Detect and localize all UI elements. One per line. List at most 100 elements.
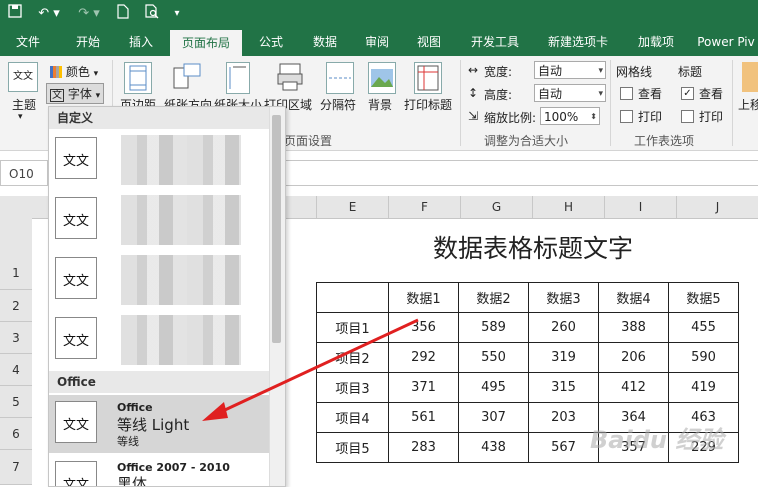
tab-formulas[interactable]: 公式 xyxy=(250,28,292,56)
themes-dropdown-icon[interactable]: ▾ xyxy=(18,112,23,122)
table-cell[interactable]: 307 xyxy=(458,402,529,433)
office-2007-font-icon[interactable]: 文文 xyxy=(55,461,97,486)
table-cell[interactable]: 260 xyxy=(528,312,599,343)
column-header-h[interactable]: H xyxy=(532,196,604,218)
table-cell[interactable]: 438 xyxy=(458,432,529,463)
tab-new-tab[interactable]: 新建选项卡 xyxy=(540,28,616,56)
custom-font-item[interactable]: 文文 xyxy=(55,197,97,239)
table-cell[interactable]: 203 xyxy=(528,402,599,433)
print-titles-label[interactable]: 打印标题 xyxy=(404,96,452,113)
new-file-icon[interactable] xyxy=(114,4,132,24)
table-header-cell[interactable]: 数据2 xyxy=(458,282,529,313)
print-preview-icon[interactable] xyxy=(142,4,162,24)
table-cell[interactable]: 388 xyxy=(598,312,669,343)
height-select[interactable]: 自动 ▾ xyxy=(534,84,606,102)
table-cell[interactable]: 206 xyxy=(598,342,669,373)
table-cell[interactable]: 550 xyxy=(458,342,529,373)
table-cell[interactable]: 419 xyxy=(668,372,739,403)
table-header-cell[interactable]: 数据4 xyxy=(598,282,669,313)
headings-view-checkbox[interactable]: ✓ xyxy=(681,87,694,100)
column-header-f[interactable]: F xyxy=(388,196,460,218)
tab-addins[interactable]: 加载项 xyxy=(626,28,686,56)
row-header-4[interactable]: 4 xyxy=(0,354,32,386)
table-cell[interactable]: 589 xyxy=(458,312,529,343)
tab-power-pivot[interactable]: Power Piv xyxy=(694,28,758,56)
custom-font-item[interactable]: 文文 xyxy=(55,257,97,299)
tab-review[interactable]: 审阅 xyxy=(356,28,398,56)
scale-icon: ⇲ xyxy=(468,109,479,123)
width-select[interactable]: 自动 ▾ xyxy=(534,61,606,79)
print-titles-icon[interactable] xyxy=(414,62,442,94)
row-header-6[interactable]: 6 xyxy=(0,418,32,450)
custom-font-item[interactable]: 文文 xyxy=(55,317,97,359)
scrollbar-thumb[interactable] xyxy=(272,115,281,343)
row-header-5[interactable]: 5 xyxy=(0,386,32,418)
print-area-icon[interactable] xyxy=(276,62,304,92)
row-header-1[interactable]: 1 xyxy=(0,218,32,290)
margins-icon[interactable] xyxy=(124,62,152,94)
row-header-7[interactable]: 7 xyxy=(0,450,32,485)
row-header-3[interactable]: 3 xyxy=(0,322,32,354)
table-cell[interactable]: 590 xyxy=(668,342,739,373)
size-icon[interactable] xyxy=(226,62,250,94)
table-cell[interactable]: 319 xyxy=(528,342,599,373)
themes-icon[interactable]: 文文 xyxy=(8,62,38,92)
table-header-cell[interactable]: 数据1 xyxy=(388,282,459,313)
height-icon: ↕ xyxy=(468,86,479,100)
redo-icon[interactable]: ↷ ▾ xyxy=(74,4,104,24)
name-box[interactable]: O10 xyxy=(0,160,48,186)
gridlines-view-checkbox[interactable] xyxy=(620,87,633,100)
theme-fonts-button[interactable]: 文 字体 ▾ xyxy=(46,83,105,104)
headings-view-label: 查看 xyxy=(699,87,724,101)
tab-data[interactable]: 数据 xyxy=(304,28,346,56)
headings-print-label: 打印 xyxy=(699,110,724,124)
column-header-j[interactable]: J xyxy=(676,196,758,218)
table-cell[interactable]: 455 xyxy=(668,312,739,343)
table-cell[interactable] xyxy=(316,282,389,313)
tab-insert[interactable]: 插入 xyxy=(118,28,164,56)
table-header-cell[interactable]: 数据5 xyxy=(668,282,739,313)
tab-page-layout[interactable]: 页面布局 xyxy=(170,30,242,56)
theme-colors-button[interactable]: 颜色 ▾ xyxy=(50,63,98,80)
separator xyxy=(732,60,733,146)
headings-print-checkbox[interactable] xyxy=(681,110,694,123)
background-icon[interactable] xyxy=(368,62,396,94)
column-header-e[interactable]: E xyxy=(316,196,388,218)
table-cell[interactable]: 495 xyxy=(458,372,529,403)
table-cell[interactable]: 412 xyxy=(598,372,669,403)
gridlines-print-checkbox[interactable] xyxy=(620,110,633,123)
tab-view[interactable]: 视图 xyxy=(408,28,450,56)
sheet-title-cell[interactable]: 数据表格标题文字 xyxy=(316,226,750,272)
save-icon[interactable] xyxy=(6,4,24,24)
formula-bar[interactable] xyxy=(282,160,758,186)
background-label[interactable]: 背景 xyxy=(368,96,392,113)
table-cell[interactable]: 283 xyxy=(388,432,459,463)
office-font-icon[interactable]: 文文 xyxy=(55,401,97,443)
breaks-icon[interactable] xyxy=(326,62,354,94)
themes-label[interactable]: 主题 xyxy=(12,96,36,113)
table-cell[interactable]: 315 xyxy=(528,372,599,403)
table-cell[interactable]: 567 xyxy=(528,432,599,463)
row-label-cell[interactable]: 项目5 xyxy=(316,432,389,463)
column-header-g[interactable]: G xyxy=(460,196,532,218)
height-label: 高度: xyxy=(484,88,513,102)
scale-spinner[interactable]: 100% ⬍ xyxy=(540,107,600,125)
undo-icon[interactable]: ↶ ▾ xyxy=(34,4,64,24)
bring-forward-label[interactable]: 上移 xyxy=(738,96,758,113)
bring-forward-icon[interactable] xyxy=(742,62,758,92)
blurred-font-name xyxy=(121,195,241,245)
custom-font-item[interactable]: 文文 xyxy=(55,137,97,179)
tab-home[interactable]: 开始 xyxy=(64,28,112,56)
tab-developer[interactable]: 开发工具 xyxy=(462,28,528,56)
column-header-i[interactable]: I xyxy=(604,196,676,218)
sheet-options-group-label: 工作表选项 xyxy=(634,134,695,148)
separator xyxy=(460,60,461,146)
breaks-label[interactable]: 分隔符 xyxy=(320,96,356,113)
body-font-name: 等线 xyxy=(117,435,139,448)
row-header-2[interactable]: 2 xyxy=(0,290,32,322)
orientation-icon[interactable] xyxy=(172,62,202,92)
table-header-cell[interactable]: 数据3 xyxy=(528,282,599,313)
spinner-icon: ⬍ xyxy=(590,112,597,121)
tab-file[interactable]: 文件 xyxy=(6,28,50,56)
customize-icon[interactable]: ▾ xyxy=(170,4,184,24)
